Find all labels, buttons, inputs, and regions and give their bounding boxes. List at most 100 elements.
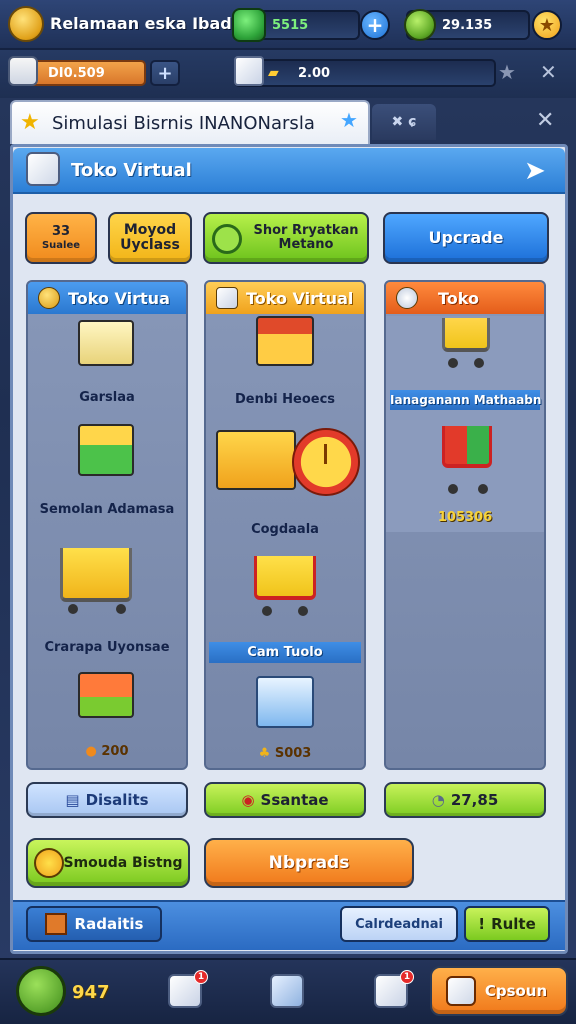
close-icon[interactable]: ✕	[540, 60, 557, 84]
money-icon: ♣	[258, 746, 271, 761]
results-button[interactable]: Radaitis	[26, 906, 162, 942]
column-1-price: 200	[101, 744, 129, 759]
details-button-label: Disalits	[85, 791, 149, 809]
calendar-button[interactable]: Calrdeadnai	[340, 906, 458, 942]
coin-stack-icon: ●	[85, 744, 97, 759]
upgrade-button[interactable]: Upcrade	[383, 212, 549, 264]
timer-icon: ◉	[241, 791, 255, 809]
gems-value: 5515	[272, 17, 309, 33]
gauge-icon	[396, 287, 418, 309]
coin-icon	[404, 9, 436, 41]
cargo-cart-icon[interactable]	[216, 430, 296, 490]
sun-icon	[34, 848, 64, 878]
simulate-business-label: Smouda Bistng	[63, 855, 183, 871]
details-button[interactable]: ▤ Disalits	[26, 782, 188, 818]
notification-badge: 1	[194, 970, 208, 984]
column-2-price: S003	[274, 746, 312, 761]
wheel-icon	[448, 358, 458, 368]
gold-bars-icon: ▰	[268, 65, 279, 81]
price-label: ● 200	[28, 744, 186, 759]
window-close-icon[interactable]: ✕	[536, 108, 554, 133]
price-label: ♣ S003	[206, 746, 364, 761]
shop-offer-line1: Shor Rryatkan	[253, 222, 359, 238]
tab-simulation[interactable]: Simulasi Bisrnis INANONarsla	[10, 100, 370, 144]
item-label: Cogdaala	[251, 522, 319, 537]
stats-button[interactable]: ◉ Ssantae	[204, 782, 366, 818]
sale-button[interactable]: 33 Sualee	[25, 212, 97, 264]
sale-button-line1: 33	[51, 224, 71, 240]
store-icon	[26, 152, 60, 186]
level-badge-icon[interactable]	[16, 966, 66, 1016]
results-button-label: Radaitis	[74, 915, 144, 933]
wheel-icon	[478, 484, 488, 494]
balance-button-label: 27,85	[450, 791, 499, 809]
stall-item-icon[interactable]	[78, 672, 134, 718]
mode-button-line1: Moyod	[123, 221, 177, 238]
mode-button-line2: Uyclass	[120, 237, 180, 253]
shopping-cart-icon[interactable]	[442, 426, 492, 468]
cart-item-icon[interactable]	[442, 318, 490, 352]
box-icon	[234, 56, 264, 86]
kiosk-item-icon[interactable]	[78, 320, 134, 366]
details-icon: ▤	[65, 791, 80, 809]
info-icon: !	[478, 915, 486, 933]
coin-icon	[38, 287, 60, 309]
level-value: 947	[72, 982, 110, 1003]
mode-button[interactable]: Moyod Uyclass	[108, 212, 192, 264]
column-3-price: 105306	[437, 510, 493, 525]
wheel-icon	[68, 604, 78, 614]
shop-stall-icon[interactable]	[256, 316, 314, 366]
resource-value: 2.00	[298, 65, 331, 81]
item-label: Garslaa	[79, 390, 135, 405]
item-label: Semolan Adamasa	[39, 502, 175, 517]
upgrade-big-label: Nbprads	[268, 853, 350, 873]
star-icon: ★	[20, 110, 40, 135]
coins-value: 29.135	[442, 17, 493, 33]
link-icon	[212, 224, 242, 254]
game-title: Relamaan eska Ibada	[50, 14, 243, 33]
shop-icon	[8, 56, 38, 86]
item-label: Crarapa Uyonsae	[44, 640, 170, 655]
item-label: Cam Tuolo	[209, 642, 361, 663]
shopping-cart-icon[interactable]	[254, 556, 316, 600]
stats-button-label: Ssantae	[260, 791, 329, 809]
route-button[interactable]: ! Rulte	[464, 906, 550, 942]
item-label: Ianaganann Mathaabn	[390, 390, 541, 410]
map-icon[interactable]	[270, 974, 304, 1008]
store-icon	[446, 976, 476, 1006]
star-button[interactable]: ★	[532, 10, 562, 40]
shop-offer-line2: Metano	[278, 237, 334, 252]
blue-star-icon: ★	[340, 108, 358, 132]
gem-icon	[232, 8, 266, 42]
upgrade-button-label: Upcrade	[428, 228, 504, 248]
balance-button[interactable]: ◔ 27,85	[384, 782, 546, 818]
grocery-item-icon[interactable]	[78, 424, 134, 476]
game-logo-icon	[8, 6, 44, 42]
wheel-icon	[262, 606, 272, 616]
building-icon[interactable]	[256, 676, 314, 728]
star-outline-icon[interactable]: ★	[498, 60, 516, 84]
panel-header: Toko Virtual	[13, 148, 565, 194]
column-3-title: Toko	[438, 288, 479, 308]
crate-icon	[44, 913, 67, 935]
upgrade-big-button[interactable]: Nbprads	[204, 838, 414, 888]
calendar-button-label: Calrdeadnai	[355, 916, 443, 932]
wheel-icon	[474, 358, 484, 368]
tab-title: Simulasi Bisrnis INANONarsla	[52, 112, 315, 134]
route-button-label: Rulte	[491, 915, 536, 933]
column-1-title: Toko Virtua	[68, 288, 170, 308]
add-gems-button[interactable]: +	[360, 10, 390, 40]
clock-hand	[324, 444, 327, 464]
gold-value: DI0.509	[48, 65, 105, 81]
cart-item-icon[interactable]	[60, 548, 132, 602]
navigation-arrow-icon[interactable]: ➤	[524, 156, 546, 186]
tab-secondary[interactable]: ✖ ɕ	[372, 104, 436, 140]
notification-badge: 1	[400, 970, 414, 984]
action-button-label: Cpsoun	[484, 982, 548, 1000]
panel-title: Toko Virtual	[71, 159, 192, 181]
add-gold-button[interactable]: +	[150, 60, 180, 86]
item-label: Denbi Heoecs	[234, 392, 336, 407]
sale-button-line2: Sualee	[41, 239, 81, 251]
wheel-icon	[298, 606, 308, 616]
box-icon	[216, 287, 238, 309]
